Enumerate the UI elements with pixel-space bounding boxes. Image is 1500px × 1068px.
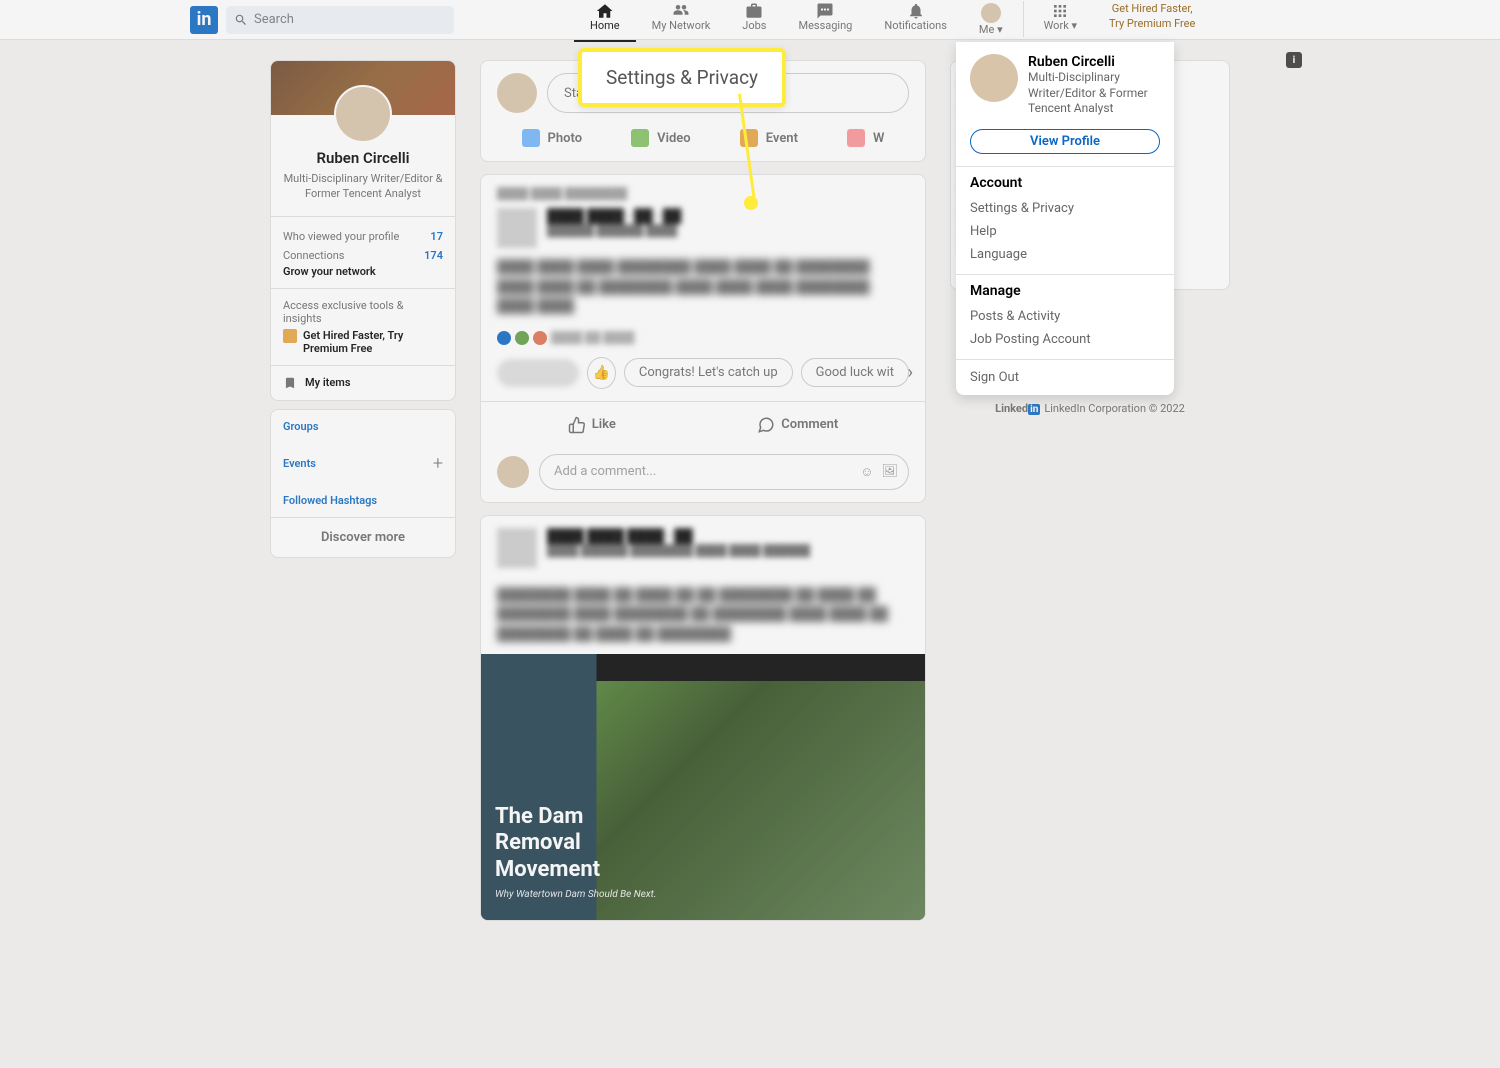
bookmark-icon xyxy=(283,376,297,390)
avatar-icon xyxy=(981,3,1001,23)
premium-icon xyxy=(283,329,297,343)
who-viewed-row[interactable]: Who viewed your profile 17 xyxy=(283,227,443,246)
settings-privacy-item[interactable]: Settings & Privacy xyxy=(970,197,1160,220)
feed-context: ████ ████ ████████ xyxy=(481,187,925,208)
premium-upsell[interactable]: Access exclusive tools & insights Get Hi… xyxy=(271,289,455,366)
post-photo[interactable]: Photo xyxy=(510,121,595,155)
thumb-icon xyxy=(568,416,586,434)
footer-corp: Linkedin LinkedIn Corporation © 2022 xyxy=(950,402,1230,415)
nav-divider xyxy=(1023,1,1024,37)
hashtags-link[interactable]: Followed Hashtags xyxy=(271,484,455,517)
callout-box: Settings & Privacy xyxy=(578,48,786,107)
connections-row[interactable]: Connections 174 xyxy=(283,246,443,265)
help-item[interactable]: Help xyxy=(970,220,1160,243)
discover-more[interactable]: Discover more xyxy=(271,517,455,557)
callout-annotation: Settings & Privacy xyxy=(578,48,786,107)
nav-work[interactable]: Work ▾ xyxy=(1028,1,1093,38)
feed-content-2: ████████ ████ ██ ████ ██ ██ ████████ ██ … xyxy=(481,576,925,655)
premium-link[interactable]: Get Hired Faster, Try Premium Free xyxy=(1109,1,1195,38)
feed-avatar[interactable] xyxy=(497,208,537,248)
search-icon xyxy=(234,13,248,27)
manage-heading: Manage xyxy=(970,283,1160,299)
profile-avatar[interactable] xyxy=(334,85,392,143)
bell-icon xyxy=(906,3,926,19)
message-icon xyxy=(815,3,835,19)
comment-icon xyxy=(757,416,775,434)
image-icon[interactable]: 🖼 xyxy=(881,464,898,480)
nav-jobs[interactable]: Jobs xyxy=(726,1,782,38)
post-article[interactable]: W xyxy=(835,121,896,155)
article-image[interactable]: The DamRemovalMovement Why Watertown Dam… xyxy=(481,654,925,920)
search-input[interactable] xyxy=(254,12,434,27)
nav-notifications[interactable]: Notifications xyxy=(868,1,963,38)
nav-home[interactable]: Home xyxy=(574,1,636,38)
callout-dot xyxy=(744,196,758,210)
sign-out-item[interactable]: Sign Out xyxy=(956,359,1174,395)
like-icon xyxy=(497,331,511,345)
profile-headline: Multi-Disciplinary Writer/Editor & Forme… xyxy=(283,171,443,202)
article-title: The DamRemovalMovement xyxy=(495,804,656,883)
people-icon xyxy=(671,3,691,19)
feed-avatar-2[interactable] xyxy=(497,528,537,568)
suggestion-image xyxy=(497,359,579,387)
dropdown-avatar[interactable] xyxy=(970,54,1018,102)
grow-network[interactable]: Grow your network xyxy=(283,265,443,278)
nav-messaging[interactable]: Messaging xyxy=(782,1,868,38)
article-subtitle: Why Watertown Dam Should Be Next. xyxy=(495,889,656,900)
celebrate-icon xyxy=(515,331,529,345)
view-profile-button[interactable]: View Profile xyxy=(970,129,1160,154)
home-icon xyxy=(595,3,615,19)
nav-network[interactable]: My Network xyxy=(636,1,727,38)
profile-card: Ruben Circelli Multi-Disciplinary Writer… xyxy=(270,60,456,401)
dropdown-headline: Multi-Disciplinary Writer/Editor & Forme… xyxy=(1028,70,1160,117)
post-video[interactable]: Video xyxy=(619,121,703,155)
feed-post-1: ████ ████ ████████ ████ ████ · ██ · ██ █… xyxy=(480,174,926,503)
comment-button[interactable]: Comment xyxy=(737,406,858,444)
reactions-bar[interactable]: ████ ██ ████ xyxy=(481,327,925,349)
comment-avatar[interactable] xyxy=(497,456,529,488)
post-avatar[interactable] xyxy=(497,73,537,113)
groups-link[interactable]: Groups xyxy=(271,410,455,443)
love-icon xyxy=(533,331,547,345)
job-posting-item[interactable]: Job Posting Account xyxy=(970,328,1160,351)
community-card: Groups Events+ Followed Hashtags Discove… xyxy=(270,409,456,558)
video-icon xyxy=(631,129,649,147)
me-dropdown: Ruben Circelli Multi-Disciplinary Writer… xyxy=(956,42,1174,395)
like-button[interactable]: Like xyxy=(548,406,636,444)
info-badge[interactable]: i xyxy=(1286,52,1302,68)
profile-banner xyxy=(271,61,455,115)
thumbs-button[interactable]: 👍 xyxy=(587,357,616,389)
posts-activity-item[interactable]: Posts & Activity xyxy=(970,305,1160,328)
feed-content: ████ ████ ████ ████████ ████ ████ ██ ███… xyxy=(481,248,925,327)
language-item[interactable]: Language xyxy=(970,243,1160,266)
grid-icon xyxy=(1050,3,1070,19)
comment-input[interactable]: Add a comment... ☺ 🖼 xyxy=(539,454,909,490)
account-heading: Account xyxy=(970,175,1160,191)
suggest-chip-1[interactable]: Congrats! Let's catch up xyxy=(624,358,793,387)
suggest-chip-2[interactable]: Good luck wit xyxy=(801,358,909,387)
events-link[interactable]: Events+ xyxy=(271,443,455,484)
linkedin-logo[interactable]: in xyxy=(190,6,218,34)
dropdown-name: Ruben Circelli xyxy=(1028,54,1160,70)
chevron-right-icon[interactable]: › xyxy=(908,362,913,383)
search-box[interactable] xyxy=(226,6,454,34)
emoji-icon[interactable]: ☺ xyxy=(860,464,873,480)
profile-name[interactable]: Ruben Circelli xyxy=(283,149,443,167)
briefcase-icon xyxy=(744,3,764,19)
article-icon xyxy=(847,129,865,147)
my-items[interactable]: My items xyxy=(271,366,455,400)
photo-icon xyxy=(522,129,540,147)
nav-me[interactable]: Me ▾ xyxy=(963,1,1019,38)
post-event[interactable]: Event xyxy=(728,121,810,155)
add-event-icon[interactable]: + xyxy=(433,453,443,474)
feed-post-2: ████ ████ ████ · ██ ████ ██████ ████████… xyxy=(480,515,926,922)
